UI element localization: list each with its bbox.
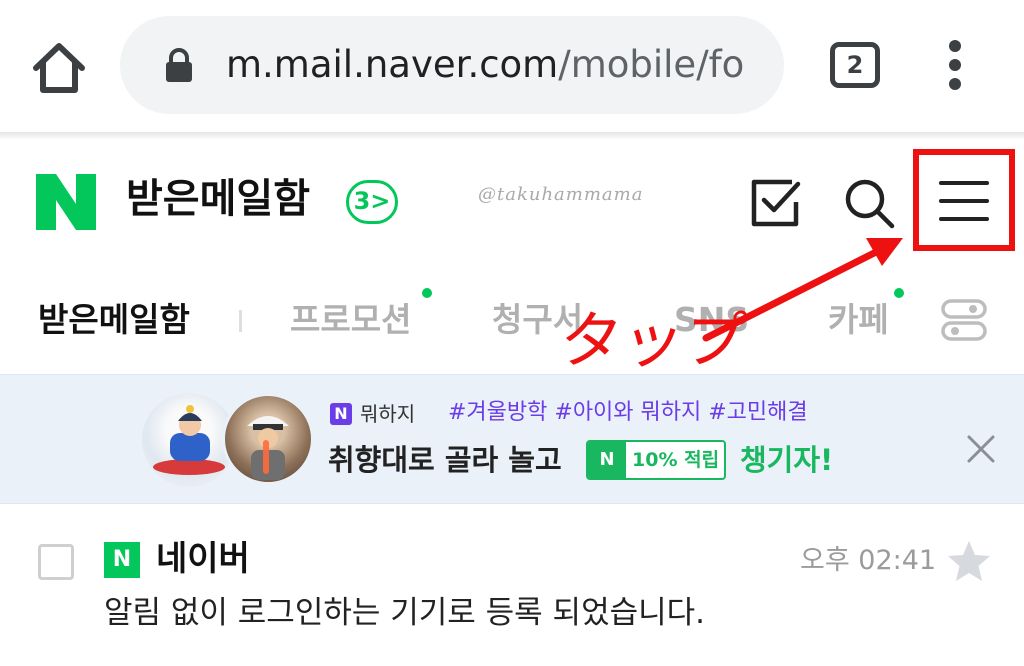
- mail-checkbox[interactable]: [38, 544, 74, 580]
- mail-time: 오후 02:41: [800, 545, 937, 576]
- page-title[interactable]: 받은메일함: [126, 172, 310, 226]
- url-host: m.mail.naver.com: [226, 43, 559, 86]
- folder-tabs: 받은메일함 프로모션 청구서 SNS 카페: [0, 280, 1024, 360]
- naver-logo[interactable]: [36, 174, 96, 230]
- browser-toolbar: m.mail.naver.com/mobile/fo 2: [0, 0, 1024, 132]
- hamburger-menu-icon[interactable]: [913, 149, 1015, 251]
- more-vert-icon[interactable]: [940, 40, 970, 90]
- mail-sender: 네이버: [156, 539, 250, 579]
- mail-list-item[interactable]: N 네이버 오후 02:41 알림 없이 로그인하는 기기로 등록 되었습니다.: [0, 506, 1024, 666]
- tab-separator: [239, 310, 242, 332]
- promo-cta: 챙기자!: [740, 443, 834, 477]
- url-text[interactable]: m.mail.naver.com/mobile/fo: [226, 38, 744, 92]
- promo-banner[interactable]: N 뭐하지 #겨울방학 #아이와 뭐하지 #고민해결 취향대로 골라 놀고 N …: [0, 374, 1024, 504]
- sender-logo: N: [104, 542, 140, 578]
- url-path: /mobile/fo: [558, 43, 745, 86]
- toggle-settings-icon[interactable]: [940, 298, 988, 342]
- toolbar-divider: [0, 132, 1024, 140]
- annotation-label: タップ: [556, 304, 750, 377]
- star-icon[interactable]: [946, 538, 992, 584]
- write-icon[interactable]: [748, 174, 804, 230]
- tab-promotion[interactable]: 프로모션: [290, 298, 411, 342]
- reward-chip: N 10% 적립: [586, 440, 726, 480]
- promo-photo-child-light: [222, 393, 314, 485]
- lock-icon: [166, 48, 192, 82]
- home-icon[interactable]: [28, 38, 90, 98]
- tab-cafe[interactable]: 카페: [828, 298, 889, 342]
- new-indicator-dot: [894, 288, 904, 298]
- new-indicator-dot: [422, 288, 432, 298]
- service-logo: N: [330, 403, 352, 425]
- pay-logo: N: [588, 442, 626, 478]
- address-bar[interactable]: m.mail.naver.com/mobile/fo: [120, 16, 784, 114]
- reward-text: 10% 적립: [632, 449, 720, 471]
- unread-count-badge[interactable]: 3>: [346, 180, 398, 224]
- promo-hashtags: #겨울방학 #아이와 뭐하지 #고민해결: [448, 400, 808, 425]
- search-icon[interactable]: [842, 176, 896, 230]
- close-icon[interactable]: [964, 432, 998, 466]
- tab-inbox[interactable]: 받은메일함: [38, 298, 190, 342]
- watermark: @takuhammama: [478, 184, 644, 205]
- service-name: 뭐하지: [360, 402, 416, 426]
- mail-subject: 알림 없이 로그인하는 기기로 등록 되었습니다.: [104, 595, 706, 631]
- tab-switcher-icon[interactable]: 2: [830, 42, 880, 88]
- unread-count: 3: [353, 187, 371, 215]
- promo-headline: 취향대로 골라 놀고: [328, 443, 562, 477]
- chevron-right-icon: >: [370, 187, 391, 215]
